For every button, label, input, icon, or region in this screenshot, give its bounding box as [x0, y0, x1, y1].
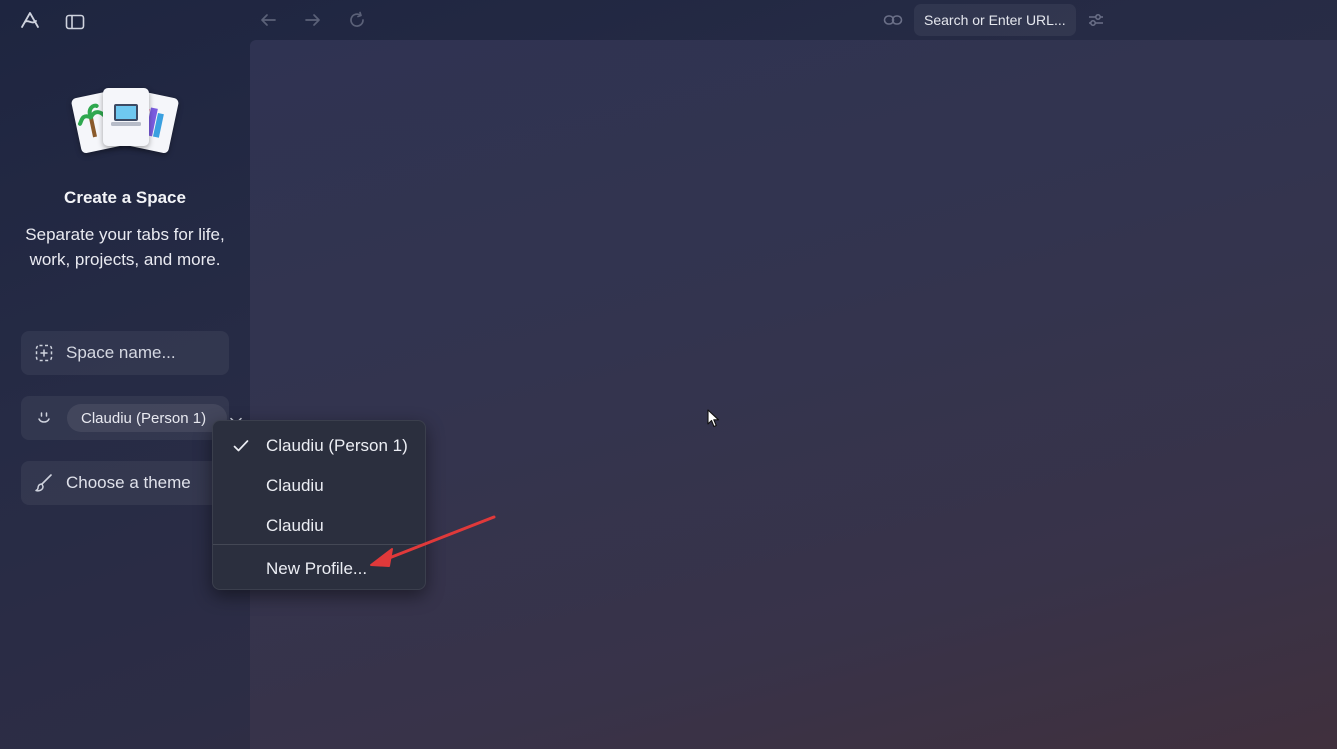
web-content-area[interactable]: [250, 40, 1337, 749]
smiley-icon: [33, 407, 55, 429]
reload-icon[interactable]: [343, 6, 371, 34]
url-bar[interactable]: Search or Enter URL...: [914, 4, 1076, 36]
space-name-field[interactable]: Space name...: [21, 331, 229, 375]
menu-item-label: Claudiu: [266, 476, 324, 495]
link-icon[interactable]: [879, 6, 907, 34]
sidebar-toggle-icon[interactable]: [61, 8, 89, 36]
space-name-placeholder: Space name...: [66, 343, 176, 362]
menu-item-profile-3[interactable]: Claudiu: [213, 506, 425, 546]
check-icon: [233, 438, 249, 458]
sidebar: Create a Space Separate your tabs for li…: [0, 40, 250, 749]
arc-logo-icon[interactable]: [16, 6, 44, 34]
create-space-title: Create a Space: [64, 188, 186, 207]
top-bar: Search or Enter URL...: [0, 0, 1337, 40]
menu-item-new-profile[interactable]: New Profile...: [213, 549, 425, 589]
space-icon: [33, 342, 55, 364]
brush-icon: [33, 472, 55, 494]
profile-dropdown[interactable]: Claudiu (Person 1): [67, 404, 227, 432]
menu-item-profile-2[interactable]: Claudiu: [213, 466, 425, 506]
illustration-card-center: [103, 88, 149, 146]
back-arrow-icon[interactable]: [254, 6, 282, 34]
theme-label: Choose a theme: [66, 473, 191, 492]
theme-picker-button[interactable]: Choose a theme: [21, 461, 229, 505]
menu-item-label: Claudiu: [266, 516, 324, 535]
new-profile-label: New Profile...: [266, 559, 368, 578]
menu-separator: [213, 544, 425, 545]
profile-selected: Claudiu (Person 1): [81, 409, 207, 427]
forward-arrow-icon[interactable]: [299, 6, 327, 34]
create-space-subtitle: Separate your tabs for life, work, proje…: [25, 225, 225, 269]
profile-selector-row[interactable]: Claudiu (Person 1): [21, 396, 242, 440]
mouse-cursor-icon: [707, 409, 720, 428]
url-placeholder: Search or Enter URL...: [924, 12, 1066, 28]
profile-menu: Claudiu (Person 1) Claudiu Claudiu New P…: [212, 420, 426, 590]
space-illustration: [70, 86, 180, 154]
menu-item-profile-1[interactable]: Claudiu (Person 1): [213, 426, 425, 466]
sliders-icon[interactable]: [1082, 6, 1110, 34]
menu-item-label: Claudiu (Person 1): [266, 436, 408, 455]
